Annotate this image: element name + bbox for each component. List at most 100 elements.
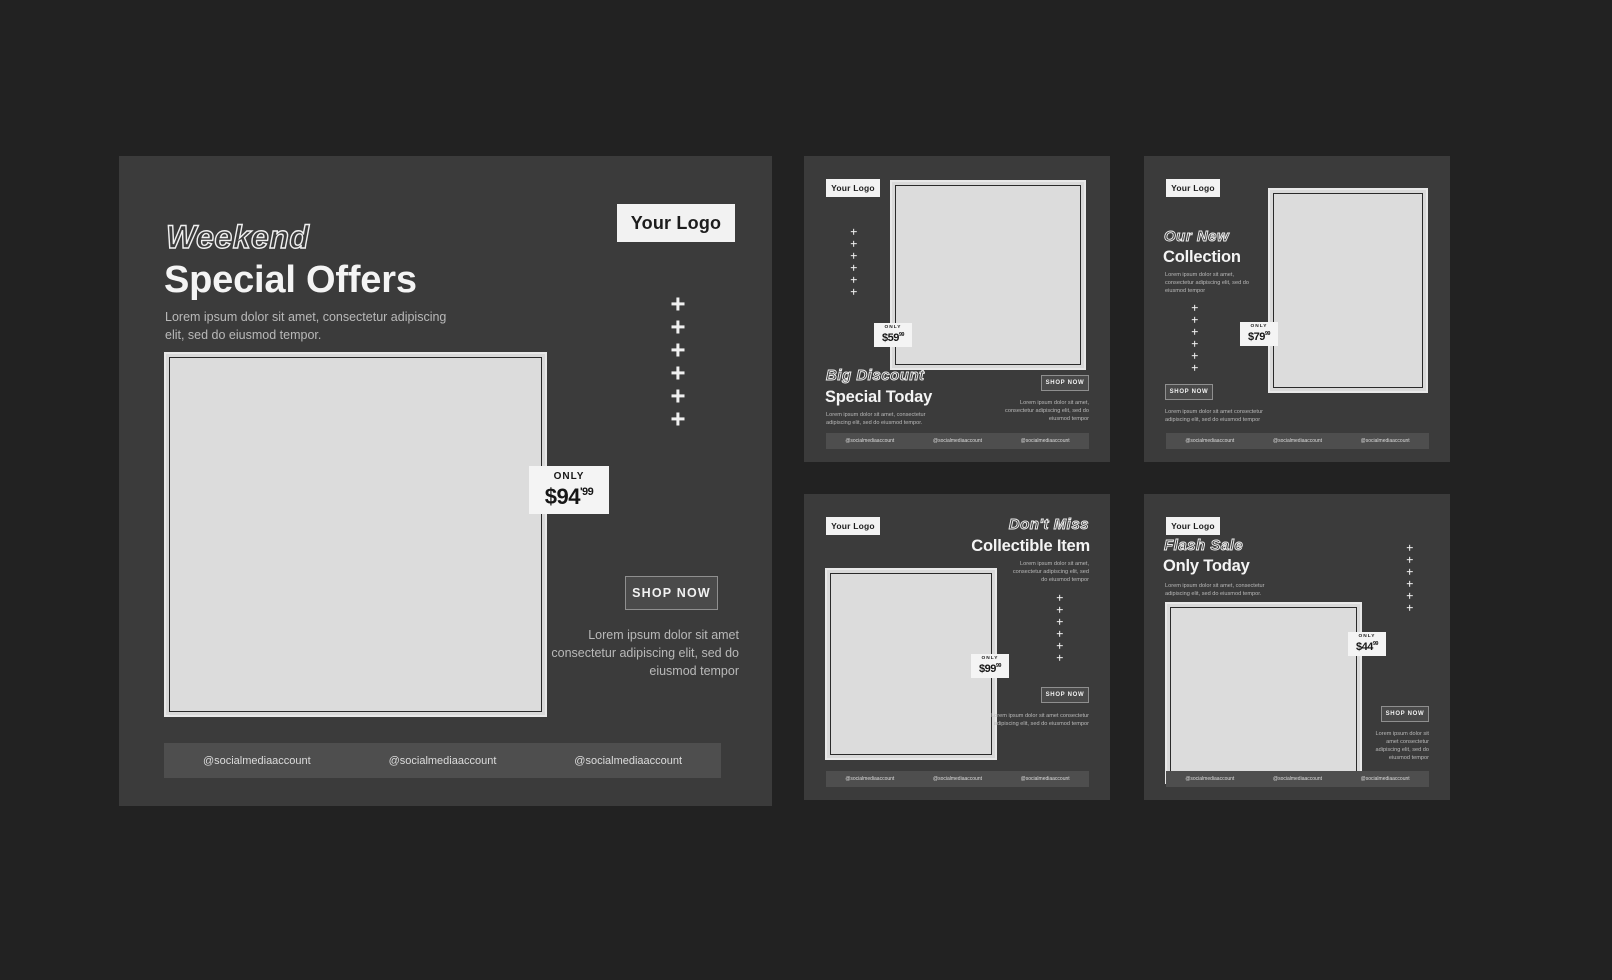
- plus-sparkle-icon: [1191, 304, 1198, 311]
- social-handle[interactable]: @socialmediaaccount: [914, 438, 1002, 444]
- plus-sparkle-icon: [1406, 592, 1413, 599]
- card-image-inner: [1273, 193, 1423, 388]
- price-value: 94: [556, 484, 580, 509]
- shop-now-button[interactable]: SHOP NOW: [1165, 384, 1213, 400]
- plus-sparkle-icon: [670, 388, 685, 403]
- shop-now-button[interactable]: SHOP NOW: [1381, 706, 1429, 722]
- decor-plus-column: [670, 296, 685, 434]
- price-value: 59: [887, 331, 900, 344]
- plus-sparkle-icon: [1056, 618, 1063, 625]
- social-handle[interactable]: @socialmediaaccount: [1001, 776, 1089, 782]
- plus-sparkle-icon: [1406, 568, 1413, 575]
- social-handle[interactable]: @socialmediaaccount: [535, 755, 721, 767]
- plus-sparkle-icon: [1056, 594, 1063, 601]
- social-media-bar: @socialmediaaccount @socialmediaaccount …: [1166, 771, 1429, 787]
- shop-now-button[interactable]: SHOP NOW: [1041, 375, 1089, 391]
- social-media-bar: @socialmediaaccount @socialmediaaccount …: [164, 743, 721, 778]
- plus-sparkle-icon: [1191, 364, 1198, 371]
- price-amount: $79 99: [1248, 330, 1271, 343]
- social-handle[interactable]: @socialmediaaccount: [164, 755, 350, 767]
- hero-image-placeholder[interactable]: [164, 352, 547, 717]
- card-side-text: Lorem ipsum dolor sit amet consectetur a…: [1165, 409, 1263, 424]
- social-handle[interactable]: @socialmediaaccount: [1001, 438, 1089, 444]
- price-only-label: ONLY: [1250, 324, 1268, 330]
- logo-label: Your Logo: [1171, 521, 1215, 531]
- social-handle[interactable]: @socialmediaaccount: [826, 776, 914, 782]
- card-image-placeholder[interactable]: [890, 180, 1086, 370]
- card-headline-outline: Don't Miss: [1008, 516, 1089, 534]
- price-cents: 99: [1372, 640, 1379, 647]
- card-image-inner: [1170, 607, 1357, 779]
- card-collectible-item[interactable]: Your Logo Don't Miss Collectible Item Lo…: [804, 494, 1110, 800]
- logo-badge[interactable]: Your Logo: [617, 204, 735, 242]
- shop-now-label: SHOP NOW: [1169, 389, 1209, 395]
- price-only-label: ONLY: [553, 471, 585, 482]
- price-amount: $44 99: [1356, 640, 1379, 653]
- card-big-discount-special-today[interactable]: Your Logo ONLY $59 99 Big Discount Specia…: [804, 156, 1110, 462]
- plus-sparkle-icon: [850, 288, 857, 295]
- social-media-bar: @socialmediaaccount @socialmediaaccount …: [826, 433, 1089, 449]
- social-handle[interactable]: @socialmediaaccount: [1341, 776, 1429, 782]
- plus-sparkle-icon: [1191, 340, 1198, 347]
- plus-sparkle-icon: [670, 319, 685, 334]
- social-handle[interactable]: @socialmediaaccount: [1341, 438, 1429, 444]
- price-badge: ONLY $44 99: [1348, 632, 1386, 656]
- social-handle[interactable]: @socialmediaaccount: [1254, 438, 1342, 444]
- price-amount: $99 99: [979, 662, 1002, 675]
- logo-badge[interactable]: Your Logo: [1166, 179, 1220, 197]
- plus-sparkle-icon: [670, 342, 685, 357]
- logo-badge[interactable]: Your Logo: [826, 517, 880, 535]
- card-side-text: Lorem ipsum dolor sit amet consectetur a…: [991, 713, 1089, 728]
- hero-headline-outline: Weekend: [165, 218, 310, 255]
- price-amount: $59 99: [882, 331, 905, 344]
- plus-sparkle-icon: [1406, 544, 1413, 551]
- plus-sparkle-icon: [850, 264, 857, 271]
- plus-sparkle-icon: [670, 296, 685, 311]
- card-image-placeholder[interactable]: [1268, 188, 1428, 393]
- card-image-inner: [895, 185, 1081, 365]
- plus-sparkle-icon: [1406, 580, 1413, 587]
- plus-sparkle-icon: [1056, 654, 1063, 661]
- social-handle[interactable]: @socialmediaaccount: [350, 755, 536, 767]
- price-only-label: ONLY: [1358, 634, 1376, 640]
- card-image-placeholder[interactable]: [1165, 602, 1362, 784]
- card-subtitle: Lorem ipsum dolor sit amet, consectetur …: [1165, 583, 1265, 598]
- shop-now-label: SHOP NOW: [1045, 692, 1085, 698]
- card-headline-solid: Only Today: [1163, 557, 1250, 575]
- price-currency: $: [544, 484, 557, 509]
- price-cents: 99: [898, 331, 905, 338]
- plus-sparkle-icon: [1406, 556, 1413, 563]
- hero-headline-solid: Special Offers: [164, 259, 417, 301]
- template-sheet: Your Logo Weekend Special Offers Lorem i…: [0, 0, 1612, 980]
- price-cents: 99: [1264, 330, 1271, 337]
- card-flash-sale-only-today[interactable]: Your Logo Flash Sale Only Today Lorem ip…: [1144, 494, 1450, 800]
- plus-sparkle-icon: [670, 411, 685, 426]
- card-headline-solid: Collection: [1163, 248, 1241, 266]
- social-handle[interactable]: @socialmediaaccount: [1254, 776, 1342, 782]
- logo-label: Your Logo: [630, 212, 722, 233]
- social-handle[interactable]: @socialmediaaccount: [914, 776, 1002, 782]
- shop-now-label: SHOP NOW: [1045, 380, 1085, 386]
- card-our-new-collection[interactable]: Your Logo Our New Collection Lorem ipsum…: [1144, 156, 1450, 462]
- shop-now-label: SHOP NOW: [632, 586, 711, 600]
- card-subtitle: Lorem ipsum dolor sit amet, consectetur …: [1012, 561, 1089, 584]
- shop-now-button[interactable]: SHOP NOW: [1041, 687, 1089, 703]
- price-only-label: ONLY: [981, 656, 999, 662]
- price-value: 44: [1361, 640, 1374, 653]
- price-amount: $94'99: [545, 486, 594, 508]
- card-headline-outline: Big Discount: [826, 367, 925, 385]
- social-handle[interactable]: @socialmediaaccount: [1166, 776, 1254, 782]
- shop-now-button[interactable]: SHOP NOW: [625, 576, 718, 610]
- price-only-label: ONLY: [884, 325, 902, 331]
- social-handle[interactable]: @socialmediaaccount: [1166, 438, 1254, 444]
- social-handle[interactable]: @socialmediaaccount: [826, 438, 914, 444]
- logo-badge[interactable]: Your Logo: [1166, 517, 1220, 535]
- logo-badge[interactable]: Your Logo: [826, 179, 880, 197]
- hero-subtitle: Lorem ipsum dolor sit amet, consectetur …: [165, 310, 447, 343]
- plus-sparkle-icon: [850, 240, 857, 247]
- hero-card-weekend-special-offers[interactable]: Your Logo Weekend Special Offers Lorem i…: [119, 156, 772, 806]
- decor-plus-column: [1191, 304, 1198, 376]
- social-media-bar: @socialmediaaccount @socialmediaaccount …: [826, 771, 1089, 787]
- price-cents: 99: [995, 662, 1002, 669]
- price-value: 99: [984, 662, 997, 675]
